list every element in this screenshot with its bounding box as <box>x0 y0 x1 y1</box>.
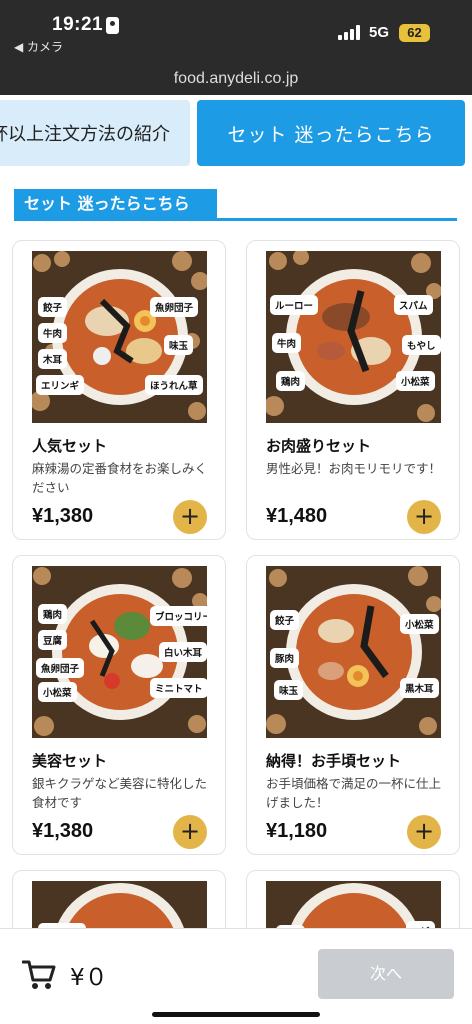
ingredient-tag: 餃子 <box>38 297 68 317</box>
ingredient-tag: エリンギ <box>36 375 85 395</box>
signal-icon <box>338 25 360 40</box>
ingredient-tag: 鶏肉 <box>276 371 306 391</box>
product-card[interactable]: 餃子 魚卵団子 牛肉 味玉 木耳 エリンギ ほうれん草 人気セット 麻辣湯の定番… <box>12 240 226 540</box>
ingredient-tag: 魚卵団子 <box>150 297 199 317</box>
ingredient-tag: 小松菜 <box>396 371 435 391</box>
product-name: 美容セット <box>32 752 108 770</box>
product-name: お肉盛りセット <box>266 437 372 455</box>
product-image: ルーロー スパム 牛肉 もやし 鶏肉 小松菜 <box>266 251 441 423</box>
ingredient-tag: 味玉 <box>164 335 194 355</box>
ingredient-tag: 牛肉 <box>272 333 302 353</box>
ingredient-tag: ルーロー <box>270 295 319 315</box>
ingredient-tag: 魚卵団子 <box>36 658 85 678</box>
product-card[interactable]: 餃子 小松菜 豚肉 味玉 黒木耳 納得！お手頃セット お手頃価格で満足の一杯に仕… <box>246 555 460 855</box>
cart-icon[interactable] <box>22 959 56 991</box>
add-to-cart-button[interactable]: + <box>407 815 441 849</box>
product-card[interactable]: 鶏肉 ブロッコリー 豆腐 白い木耳 魚卵団子 小松菜 ミニトマト 美容セット 銀… <box>12 555 226 855</box>
product-description: 銀キクラゲなど美容に特化した食材です <box>32 776 208 810</box>
ingredient-tag: 小松菜 <box>38 682 77 702</box>
add-to-cart-button[interactable]: + <box>173 500 207 534</box>
ingredient-tag: ほうれん草 <box>145 375 203 395</box>
status-bar: 19:21 ◀ カメラ 5G 62 food.anydeli.co.jp <box>0 0 472 95</box>
add-to-cart-button[interactable]: + <box>173 815 207 849</box>
category-tabs: 杯以上注文方法の紹介 セット 迷ったらこちら <box>0 98 472 170</box>
battery-icon: 62 <box>399 24 430 42</box>
cart-bar: ¥０ 次へ <box>0 928 472 1024</box>
product-name: 納得！お手頃セット <box>266 752 402 770</box>
cart-total: ¥０ <box>70 965 108 991</box>
ingredient-tag: ブロッコリー <box>150 606 207 626</box>
ingredient-tag: 牛肉 <box>38 323 68 343</box>
product-description: 男性必見！お肉モリモリです！ <box>266 461 442 476</box>
section-heading: セット 迷ったらこちら <box>14 189 457 221</box>
id-badge-icon <box>106 17 119 34</box>
product-card[interactable]: ルーロー スパム 牛肉 もやし 鶏肉 小松菜 お肉盛りセット 男性必見！お肉モリ… <box>246 240 460 540</box>
home-indicator[interactable] <box>152 1012 320 1017</box>
ingredient-tag: 豚肉 <box>270 648 300 668</box>
ingredient-tag: もやし <box>402 335 441 355</box>
ingredient-tag: 白い木耳 <box>159 642 207 662</box>
product-price: ¥1,380 <box>32 820 94 842</box>
ingredient-tag: 豆腐 <box>38 630 68 650</box>
clock: 19:21 <box>52 14 104 35</box>
product-price: ¥1,480 <box>266 505 328 527</box>
ingredient-tag: ミニトマト <box>150 678 207 698</box>
add-to-cart-button[interactable]: + <box>407 500 441 534</box>
product-description: 麻辣湯の定番食材をお楽しみください <box>32 461 208 495</box>
product-image: 餃子 魚卵団子 牛肉 味玉 木耳 エリンギ ほうれん草 <box>32 251 207 423</box>
tab-order-method[interactable]: 杯以上注文方法の紹介 <box>0 100 190 166</box>
product-price: ¥1,180 <box>266 820 328 842</box>
ingredient-tag: 黒木耳 <box>400 678 439 698</box>
section-title: セット 迷ったらこちら <box>14 189 217 218</box>
ingredient-tag: 木耳 <box>38 349 68 369</box>
network-type: 5G <box>369 24 390 41</box>
address-bar[interactable]: food.anydeli.co.jp <box>0 70 472 88</box>
back-to-camera-link[interactable]: ◀ カメラ <box>14 38 63 55</box>
product-price: ¥1,380 <box>32 505 94 527</box>
product-description: お手頃価格で満足の一杯に仕上げました！ <box>266 776 442 810</box>
product-name: 人気セット <box>32 437 108 455</box>
ingredient-tag: 餃子 <box>270 610 300 630</box>
next-button[interactable]: 次へ <box>318 949 454 999</box>
ingredient-tag: 味玉 <box>274 680 304 700</box>
product-image: 鶏肉 ブロッコリー 豆腐 白い木耳 魚卵団子 小松菜 ミニトマト <box>32 566 207 738</box>
tab-set-recommend[interactable]: セット 迷ったらこちら <box>197 100 465 166</box>
ingredient-tag: 鶏肉 <box>38 604 68 624</box>
ingredient-tag: 小松菜 <box>400 614 439 634</box>
ingredient-tag: スパム <box>394 295 433 315</box>
product-image: 餃子 小松菜 豚肉 味玉 黒木耳 <box>266 566 441 738</box>
